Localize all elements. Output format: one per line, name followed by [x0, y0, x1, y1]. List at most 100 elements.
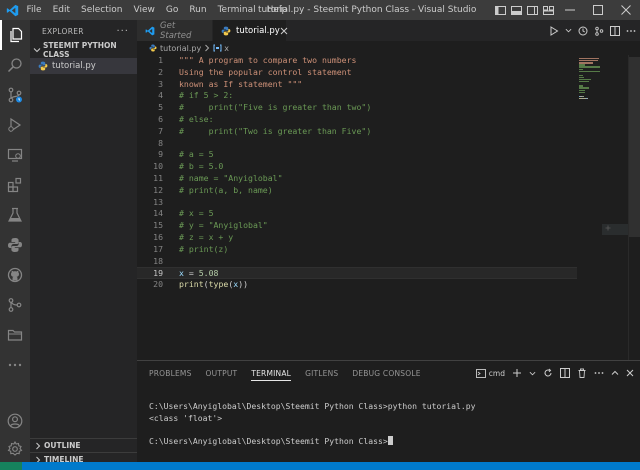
remote-indicator[interactable]	[0, 462, 22, 470]
line-number: 13	[153, 196, 163, 207]
code-token: known as If statement """	[179, 78, 303, 89]
maximize-icon[interactable]	[584, 0, 612, 20]
breadcrumb-file[interactable]: tutorial.py	[160, 44, 201, 53]
explorer-more-button[interactable]: ···	[116, 26, 129, 37]
code-line[interactable]: 16 # z = x + y	[137, 232, 577, 244]
explorer-icon[interactable]	[0, 20, 30, 50]
customize-layout-icon[interactable]	[540, 0, 556, 20]
code-line[interactable]: 10 # b = 5.0	[137, 161, 577, 173]
code-line[interactable]: 1 """ A program to compare two numbers	[137, 55, 577, 67]
outline-section-header[interactable]: OUTLINE	[30, 438, 137, 452]
terminal-line: ​	[149, 424, 475, 436]
code-line[interactable]: 11 # name = "Anyiglobal"	[137, 173, 577, 185]
tab-label: tutorial.py	[236, 25, 280, 36]
line-number: 2	[158, 66, 163, 77]
explorer-sidebar: EXPLORER ··· STEEMIT PYTHON CLASS tutori…	[30, 20, 137, 464]
settings-gear-icon[interactable]	[0, 434, 30, 464]
tab-output[interactable]: OUTPUT	[206, 369, 238, 378]
code-editor[interactable]: 1 """ A program to compare two numbers 2 Us…	[137, 55, 577, 355]
chevron-down-icon[interactable]	[529, 370, 536, 377]
testing-icon[interactable]	[0, 200, 30, 230]
trash-icon[interactable]	[577, 368, 587, 378]
code-line[interactable]: 18	[137, 256, 577, 268]
menu-edit[interactable]: Edit	[47, 5, 75, 15]
tab-debug-console[interactable]: DEBUG CONSOLE	[352, 369, 420, 378]
new-terminal-icon[interactable]	[512, 368, 522, 378]
tab-get-started[interactable]: Get Started	[137, 20, 213, 41]
remote-explorer-icon[interactable]	[0, 140, 30, 170]
menu-selection[interactable]: Selection	[76, 5, 128, 15]
python-icon[interactable]	[0, 230, 30, 260]
source-control-icon[interactable]	[0, 80, 30, 110]
extensions-icon[interactable]	[0, 170, 30, 200]
terminal-line: C:\Users\Anyiglobal\Desktop\Steemit Pyth…	[149, 401, 476, 411]
rerun-icon[interactable]	[543, 368, 553, 378]
gitlens-icon[interactable]	[0, 290, 30, 320]
code-line[interactable]: 13	[137, 197, 577, 209]
tab-problems[interactable]: PROBLEMS	[149, 369, 192, 378]
code-line[interactable]: 17 # print(z)	[137, 244, 577, 256]
code-line[interactable]: 15 # y = "Anyiglobal"	[137, 220, 577, 232]
folder-section-header[interactable]: STEEMIT PYTHON CLASS	[30, 41, 137, 59]
copilot-hint	[602, 224, 628, 235]
more-icon[interactable]	[0, 350, 30, 380]
maximize-panel-icon[interactable]	[611, 369, 619, 377]
close-panel-icon[interactable]	[626, 369, 634, 377]
code-token: # b = 5.0	[179, 161, 224, 172]
close-tab-icon[interactable]	[280, 27, 288, 35]
split-editor-icon[interactable]	[610, 25, 620, 36]
toggle-sidebar-layout-icon[interactable]	[492, 0, 508, 20]
code-line[interactable]: 19 x = 5.08	[137, 267, 577, 280]
code-line[interactable]: 2 Using the popular control statement	[137, 67, 577, 79]
menu-go[interactable]: Go	[160, 5, 183, 15]
code-token: 5.08	[198, 268, 219, 279]
tab-terminal[interactable]: TERMINAL	[251, 369, 292, 381]
github-icon[interactable]	[0, 260, 30, 290]
menu-run[interactable]: Run	[184, 5, 212, 15]
minimize-icon[interactable]	[556, 0, 584, 20]
code-line[interactable]: 3 known as If statement """	[137, 79, 577, 91]
code-line[interactable]: 6 # else:	[137, 114, 577, 126]
breadcrumb-symbol[interactable]: x	[224, 44, 229, 53]
bottom-panel: PROBLEMS OUTPUT TERMINAL GITLENS DEBUG C…	[137, 360, 640, 462]
code-line[interactable]: 14 # x = 5	[137, 208, 577, 220]
editor-scrollbar[interactable]	[628, 55, 640, 360]
code-text: # z = x + y	[179, 232, 233, 244]
tab-gitlens[interactable]: GITLENS	[305, 369, 338, 378]
toggle-panel-layout-icon[interactable]	[508, 0, 524, 20]
close-icon[interactable]	[612, 0, 640, 20]
compare-icon[interactable]	[594, 26, 604, 36]
open-changes-icon[interactable]	[578, 26, 588, 36]
chevron-down-icon[interactable]	[565, 27, 572, 34]
menu-file[interactable]: File	[21, 5, 47, 15]
run-python-file-icon[interactable]	[549, 25, 559, 36]
vscode-logo-icon	[145, 26, 155, 36]
code-line[interactable]: 12 # print(a, b, name)	[137, 185, 577, 197]
code-line[interactable]: 8	[137, 138, 577, 150]
menu-terminal[interactable]: Terminal	[212, 5, 261, 15]
menu-view[interactable]: View	[128, 5, 160, 15]
more-actions-icon[interactable]	[626, 26, 636, 36]
more-actions-icon[interactable]	[594, 368, 604, 378]
code-line[interactable]: 5 # print("Five is greater than two")	[137, 102, 577, 114]
terminal-output[interactable]: C:\Users\Anyiglobal\Desktop\Steemit Pyth…	[149, 401, 475, 447]
line-number: 1	[158, 55, 163, 65]
editor-tab-bar: Get Started tutorial.py	[137, 20, 640, 41]
search-icon[interactable]	[0, 50, 30, 80]
folder-icon[interactable]	[0, 320, 30, 350]
terminal-select[interactable]: cmd	[475, 369, 505, 378]
run-debug-icon[interactable]	[0, 110, 30, 140]
code-line[interactable]: 7 # print("Two is greater than Five")	[137, 126, 577, 138]
scrollbar-thumb[interactable]	[629, 57, 640, 237]
split-terminal-icon[interactable]	[560, 368, 570, 378]
code-token: type	[208, 279, 229, 290]
file-tree-item-tutorial-py[interactable]: tutorial.py	[30, 58, 137, 74]
code-token: # x = 5	[179, 208, 214, 219]
account-icon[interactable]	[0, 406, 30, 436]
toggle-secondary-sidebar-icon[interactable]	[524, 0, 540, 20]
code-line[interactable]: 4 # if 5 > 2:	[137, 90, 577, 102]
minimap[interactable]	[577, 55, 627, 355]
code-line[interactable]: 20 print(type(x))	[137, 279, 577, 291]
code-line[interactable]: 9 # a = 5	[137, 149, 577, 161]
tab-tutorial-py[interactable]: tutorial.py	[213, 20, 288, 41]
